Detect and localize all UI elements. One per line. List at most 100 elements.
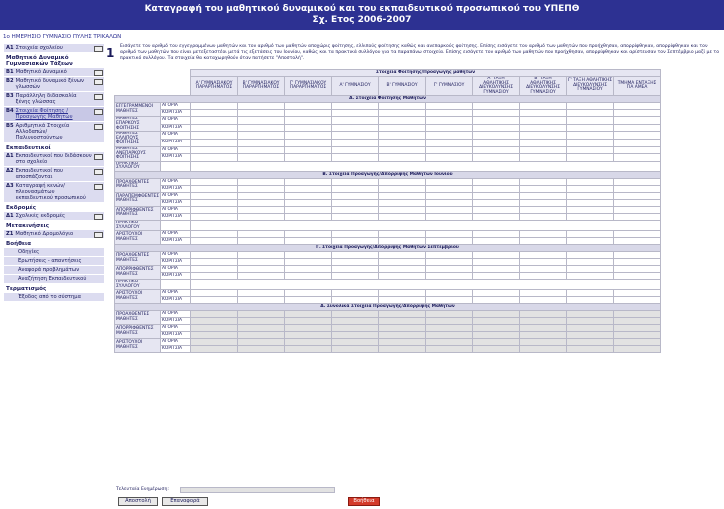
number-input[interactable]	[472, 184, 521, 193]
number-input[interactable]	[613, 212, 662, 221]
number-input[interactable]	[425, 289, 474, 298]
number-input[interactable]	[190, 272, 239, 281]
number-input[interactable]	[331, 212, 380, 221]
number-input[interactable]	[284, 102, 333, 111]
number-input[interactable]	[378, 138, 427, 147]
number-input[interactable]	[284, 184, 333, 193]
number-input[interactable]	[190, 237, 239, 246]
number-input[interactable]	[331, 102, 380, 111]
number-input[interactable]	[237, 131, 286, 140]
number-input[interactable]	[284, 258, 333, 267]
number-input[interactable]	[190, 138, 239, 147]
number-input[interactable]	[472, 237, 521, 246]
number-input[interactable]	[190, 116, 239, 125]
number-input[interactable]	[566, 212, 615, 221]
number-input[interactable]	[331, 184, 380, 193]
sidebar-link[interactable]: Οδηγίες	[4, 248, 104, 257]
number-input[interactable]	[237, 289, 286, 298]
number-input[interactable]	[613, 251, 662, 260]
number-input[interactable]	[237, 296, 286, 305]
number-input[interactable]	[566, 198, 615, 207]
number-input[interactable]	[331, 145, 380, 155]
number-input[interactable]	[378, 116, 427, 125]
number-input[interactable]	[613, 296, 662, 305]
number-input[interactable]	[237, 102, 286, 111]
number-input[interactable]	[425, 212, 474, 221]
number-input[interactable]	[237, 191, 286, 200]
number-input[interactable]	[472, 102, 521, 111]
number-input[interactable]	[331, 198, 380, 207]
number-input[interactable]	[284, 272, 333, 281]
number-input[interactable]	[190, 191, 239, 200]
number-input[interactable]	[237, 184, 286, 193]
number-input[interactable]	[566, 184, 615, 193]
sidebar-item[interactable]: Β5 Αριθμητικά Στοιχεία Αλλοδαπών/Παλιννοσ…	[4, 122, 104, 143]
number-input[interactable]	[331, 138, 380, 147]
number-input[interactable]	[284, 131, 333, 140]
number-input[interactable]	[237, 198, 286, 207]
number-input[interactable]	[472, 230, 521, 239]
number-input[interactable]	[190, 198, 239, 207]
number-input[interactable]	[519, 145, 568, 155]
number-input[interactable]	[613, 109, 662, 118]
sidebar-item[interactable]: Ζ1 Μαθητικό Δρομολόγιο	[4, 230, 104, 239]
number-input[interactable]	[425, 138, 474, 147]
number-input[interactable]	[331, 123, 380, 133]
sidebar-item[interactable]: Β3 Παράλληλη διδασκαλία ξένης γλώσσας	[4, 92, 104, 107]
submit-button[interactable]: Αποστολή	[118, 497, 158, 506]
practical-input[interactable]	[160, 279, 192, 291]
number-input[interactable]	[519, 212, 568, 221]
number-input[interactable]	[190, 184, 239, 193]
number-input[interactable]	[472, 289, 521, 298]
number-input[interactable]	[472, 212, 521, 221]
number-input[interactable]	[613, 289, 662, 298]
sidebar-item[interactable]: Δ3 Καταγραφή κενών/πλεονασμάτων εκπαιδευτ…	[4, 182, 104, 203]
number-input[interactable]	[237, 205, 286, 214]
number-input[interactable]	[425, 123, 474, 133]
number-input[interactable]	[378, 265, 427, 274]
number-input[interactable]	[472, 138, 521, 147]
number-input[interactable]	[566, 123, 615, 133]
number-input[interactable]	[519, 265, 568, 274]
number-input[interactable]	[331, 296, 380, 305]
number-input[interactable]	[566, 251, 615, 260]
number-input[interactable]	[613, 177, 662, 186]
number-input[interactable]	[284, 138, 333, 147]
number-input[interactable]	[378, 296, 427, 305]
number-input[interactable]	[472, 177, 521, 186]
number-input[interactable]	[378, 153, 427, 162]
number-input[interactable]	[190, 131, 239, 140]
number-input[interactable]	[378, 177, 427, 186]
number-input[interactable]	[425, 230, 474, 239]
number-input[interactable]	[425, 184, 474, 193]
number-input[interactable]	[284, 237, 333, 246]
number-input[interactable]	[472, 123, 521, 133]
number-input[interactable]	[519, 230, 568, 239]
number-input[interactable]	[284, 265, 333, 274]
number-input[interactable]	[566, 131, 615, 140]
number-input[interactable]	[425, 272, 474, 281]
number-input[interactable]	[425, 265, 474, 274]
number-input[interactable]	[566, 296, 615, 305]
number-input[interactable]	[613, 272, 662, 281]
number-input[interactable]	[566, 265, 615, 274]
number-input[interactable]	[190, 145, 239, 155]
number-input[interactable]	[519, 177, 568, 186]
number-input[interactable]	[331, 237, 380, 246]
practical-input[interactable]	[160, 160, 192, 172]
number-input[interactable]	[519, 237, 568, 246]
number-input[interactable]	[425, 237, 474, 246]
number-input[interactable]	[519, 184, 568, 193]
number-input[interactable]	[284, 116, 333, 125]
number-input[interactable]	[519, 102, 568, 111]
number-input[interactable]	[378, 198, 427, 207]
number-input[interactable]	[425, 109, 474, 118]
number-input[interactable]	[237, 258, 286, 267]
number-input[interactable]	[566, 138, 615, 147]
number-input[interactable]	[613, 205, 662, 214]
number-input[interactable]	[237, 251, 286, 260]
number-input[interactable]	[613, 237, 662, 246]
number-input[interactable]	[331, 153, 380, 162]
number-input[interactable]	[472, 265, 521, 274]
number-input[interactable]	[566, 153, 615, 162]
